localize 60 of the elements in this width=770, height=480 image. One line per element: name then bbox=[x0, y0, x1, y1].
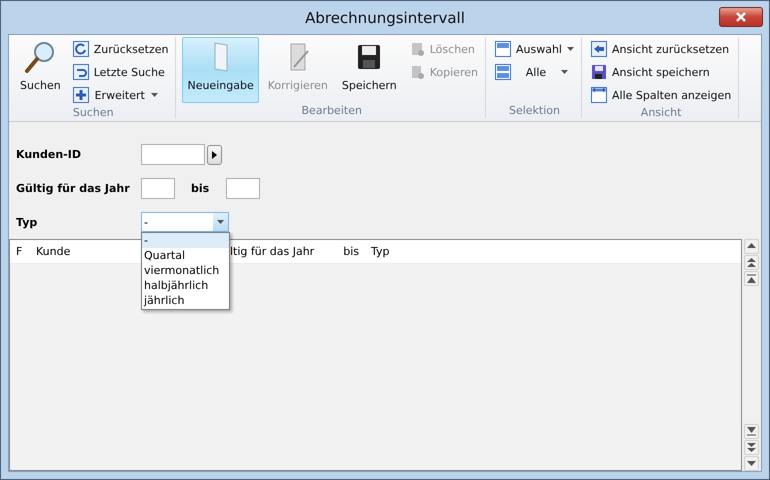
magnifier-icon bbox=[24, 41, 56, 73]
lookup-button[interactable] bbox=[207, 144, 222, 164]
scroll-down-button[interactable] bbox=[744, 456, 759, 471]
dropdown-option[interactable]: - bbox=[142, 233, 229, 248]
dropdown-option[interactable]: halbjährlich bbox=[142, 278, 229, 293]
group-label: Selektion bbox=[508, 104, 561, 118]
column-header[interactable]: F bbox=[10, 245, 30, 258]
caret-icon bbox=[217, 220, 224, 224]
ribbon-button[interactable]: Alle Spalten anzeigen bbox=[588, 84, 734, 106]
undo-icon bbox=[72, 64, 89, 80]
play-arrow-icon bbox=[212, 150, 217, 158]
field-label: bis bbox=[191, 182, 210, 195]
scroll-top-icon bbox=[747, 274, 756, 283]
page-down-icon bbox=[747, 443, 756, 452]
column-width-icon bbox=[590, 87, 607, 103]
type-dropdown[interactable]: - bbox=[141, 212, 229, 232]
close-icon bbox=[734, 12, 748, 22]
ribbon-button[interactable]: Zurücksetzen bbox=[70, 38, 172, 60]
caret-icon bbox=[150, 93, 158, 97]
window-title: Abrechnungsintervall bbox=[305, 8, 465, 26]
dropdown-option[interactable]: Quartal bbox=[142, 248, 229, 263]
group-label: Ansicht bbox=[640, 106, 682, 119]
field-label: Typ bbox=[16, 216, 38, 228]
scroll-up-icon bbox=[747, 242, 756, 251]
ribbon-button[interactable]: Suchen bbox=[15, 37, 66, 103]
ribbon-button[interactable]: Neueingabe bbox=[182, 37, 259, 103]
customer-id-field[interactable] bbox=[141, 144, 205, 165]
field-label: Gültig für das Jahr bbox=[16, 182, 131, 195]
year-from-field[interactable] bbox=[141, 178, 175, 199]
page-down-button[interactable] bbox=[744, 440, 759, 455]
ribbon-button[interactable]: Alle bbox=[492, 61, 577, 83]
ribbon-button[interactable]: Letzte Suche bbox=[70, 61, 172, 83]
scroll-top-button[interactable] bbox=[744, 271, 759, 286]
dropdown-option[interactable]: viermonatlich bbox=[142, 263, 229, 278]
ribbon-button[interactable]: Speichern bbox=[336, 37, 402, 103]
scroll-down-icon bbox=[747, 459, 756, 468]
page-up-icon bbox=[747, 258, 756, 267]
page-up-button[interactable] bbox=[744, 255, 759, 270]
ribbon-button[interactable]: Ansicht speichern bbox=[588, 61, 734, 83]
year-to-field[interactable] bbox=[226, 178, 260, 199]
scroll-bottom-icon bbox=[747, 427, 756, 436]
scroll-bottom-button[interactable] bbox=[744, 424, 759, 439]
close-button[interactable] bbox=[719, 7, 763, 27]
selection-list-icon bbox=[494, 41, 511, 57]
column-header[interactable]: Typ bbox=[365, 245, 425, 258]
ribbon-button[interactable]: Ansicht zurücksetzen bbox=[588, 38, 734, 60]
refresh-icon bbox=[72, 41, 89, 57]
dropdown-option[interactable]: jährlich bbox=[142, 293, 229, 308]
group-label: Suchen bbox=[72, 106, 115, 119]
column-header[interactable]: bis bbox=[325, 245, 365, 258]
selection-list-icon bbox=[494, 64, 511, 80]
ribbon-button[interactable]: Auswahl bbox=[492, 38, 577, 60]
group-label: Bearbeiten bbox=[300, 104, 363, 118]
plus-icon bbox=[72, 87, 89, 103]
column-header[interactable]: ltig für das Jahr bbox=[230, 245, 325, 258]
caret-icon bbox=[560, 70, 568, 74]
field-label: Kunden-ID bbox=[16, 148, 82, 161]
ribbon-button[interactable]: Erweitert bbox=[70, 84, 172, 106]
scroll-up-button[interactable] bbox=[744, 239, 759, 254]
caret-icon bbox=[566, 47, 574, 51]
